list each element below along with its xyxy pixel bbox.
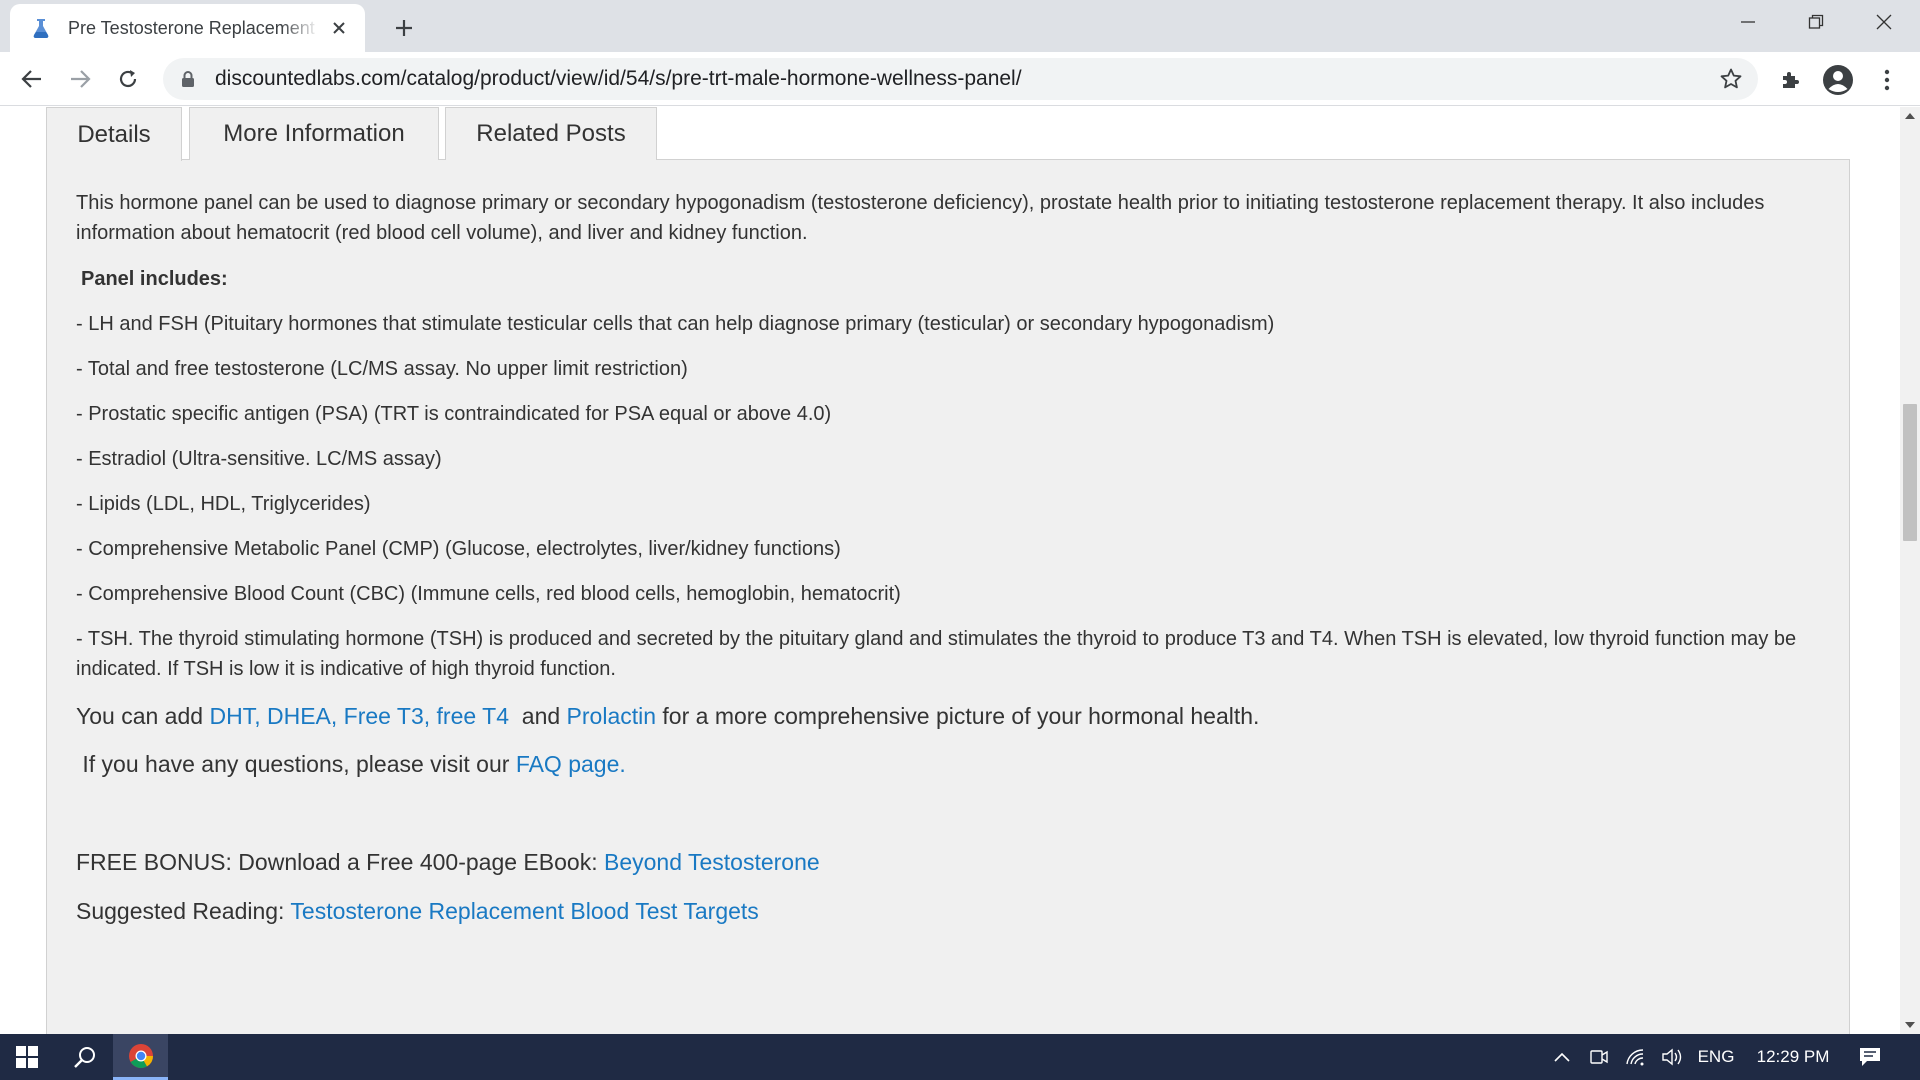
volume-speaker-icon[interactable] [1656, 1034, 1688, 1080]
reading-prefix-text: Suggested Reading: [76, 898, 291, 924]
product-tabs: Details More Information Related Posts [46, 107, 1846, 161]
action-center-notification-icon[interactable] [1850, 1034, 1890, 1080]
input-language-indicator[interactable]: ENG [1694, 1034, 1738, 1080]
new-tab-plus-icon[interactable] [388, 12, 420, 44]
panel-item: - Lipids (LDL, HDL, Triglycerides) [76, 493, 371, 515]
add-separator: , [330, 703, 344, 729]
add-prefix-text: You can add [76, 703, 210, 729]
scroll-down-arrow-icon[interactable] [1900, 1016, 1920, 1034]
chrome-taskbar-icon[interactable] [113, 1034, 168, 1080]
bookmark-star-icon[interactable] [1718, 66, 1744, 92]
url-text: discountedlabs.com/catalog/product/view/… [215, 67, 1022, 90]
dhea-link[interactable]: DHEA [267, 703, 331, 729]
taskbar-clock[interactable]: 12:29 PM [1748, 1034, 1838, 1080]
tab-related-posts[interactable]: Related Posts [445, 107, 657, 160]
scrollbar-thumb[interactable] [1903, 404, 1917, 541]
add-mid-text: and [509, 703, 567, 729]
panel-item-tsh: - TSH. The thyroid stimulating hormone (… [76, 628, 1797, 680]
bonus-prefix-text: FREE BONUS: Download a Free 400-page EBo… [76, 849, 604, 875]
prolactin-link[interactable]: Prolactin [567, 703, 656, 729]
address-bar[interactable]: discountedlabs.com/catalog/product/view/… [163, 58, 1758, 100]
restore-icon[interactable] [1782, 0, 1850, 44]
browser-menu-icon[interactable] [1871, 64, 1903, 96]
panel-item: - LH and FSH (Pituitary hormones that st… [76, 313, 1275, 335]
add-separator: , [254, 703, 267, 729]
windows-taskbar: ENG 12:29 PM [0, 1034, 1920, 1080]
panel-item: - Prostatic specific antigen (PSA) (TRT … [76, 403, 832, 425]
forward-arrow-icon[interactable] [62, 61, 98, 97]
beyond-testosterone-link[interactable]: Beyond Testosterone [604, 849, 820, 875]
page-scrollbar[interactable] [1900, 107, 1920, 1034]
meet-now-camera-icon[interactable] [1584, 1034, 1614, 1080]
faq-paragraph: If you have any questions, please visit … [76, 748, 626, 780]
browser-tab-active[interactable]: Pre Testosterone Replacement Blood Test [10, 4, 365, 52]
tab-close-icon[interactable] [327, 16, 351, 40]
page-viewport: Details More Information Related Posts T… [0, 107, 1900, 1034]
back-arrow-icon[interactable] [14, 61, 50, 97]
dht-link[interactable]: DHT [209, 703, 254, 729]
panel-item: - Total and free testosterone (LC/MS ass… [76, 358, 688, 380]
intro-paragraph: This hormone panel can be used to diagno… [76, 192, 1765, 244]
panel-item: - Comprehensive Metabolic Panel (CMP) (G… [76, 538, 841, 560]
trt-blood-test-targets-link[interactable]: Testosterone Replacement Blood Test Targ… [290, 898, 758, 924]
panel-item: - Estradiol (Ultra-sensitive. LC/MS assa… [76, 448, 442, 470]
lock-icon[interactable] [181, 70, 197, 88]
close-window-icon[interactable] [1850, 0, 1918, 44]
tab-more-information[interactable]: More Information [189, 107, 439, 160]
add-suffix-text: for a more comprehensive picture of your… [656, 703, 1260, 729]
site-favicon-icon [30, 17, 52, 39]
profile-avatar-icon[interactable] [1822, 64, 1854, 96]
add-tests-paragraph: You can add DHT, DHEA, Free T3, free T4 … [76, 700, 1259, 732]
search-icon[interactable] [58, 1034, 112, 1080]
tab-title: Pre Testosterone Replacement Blood Test [68, 17, 319, 38]
browser-toolbar: discountedlabs.com/catalog/product/view/… [0, 52, 1920, 106]
reload-icon[interactable] [110, 61, 146, 97]
free-bonus-paragraph: FREE BONUS: Download a Free 400-page EBo… [76, 846, 820, 878]
extensions-puzzle-icon[interactable] [1775, 64, 1807, 96]
wifi-icon[interactable] [1620, 1034, 1652, 1080]
browser-title-bar: Pre Testosterone Replacement Blood Test [0, 0, 1920, 52]
minimize-icon[interactable] [1714, 0, 1782, 44]
faq-page-link[interactable]: FAQ page. [516, 751, 626, 777]
panel-includes-heading: Panel includes: [81, 268, 228, 290]
suggested-reading-paragraph: Suggested Reading: Testosterone Replacem… [76, 895, 759, 927]
show-hidden-icons-chevron-up-icon[interactable] [1548, 1034, 1576, 1080]
tab-details[interactable]: Details [46, 107, 182, 161]
free-t3-t4-link[interactable]: Free T3, free T4 [344, 703, 509, 729]
faq-prefix-text: If you have any questions, please visit … [76, 751, 516, 777]
panel-item: - Comprehensive Blood Count (CBC) (Immun… [76, 583, 901, 605]
scroll-up-arrow-icon[interactable] [1900, 107, 1920, 125]
windows-start-icon[interactable] [0, 1034, 54, 1080]
